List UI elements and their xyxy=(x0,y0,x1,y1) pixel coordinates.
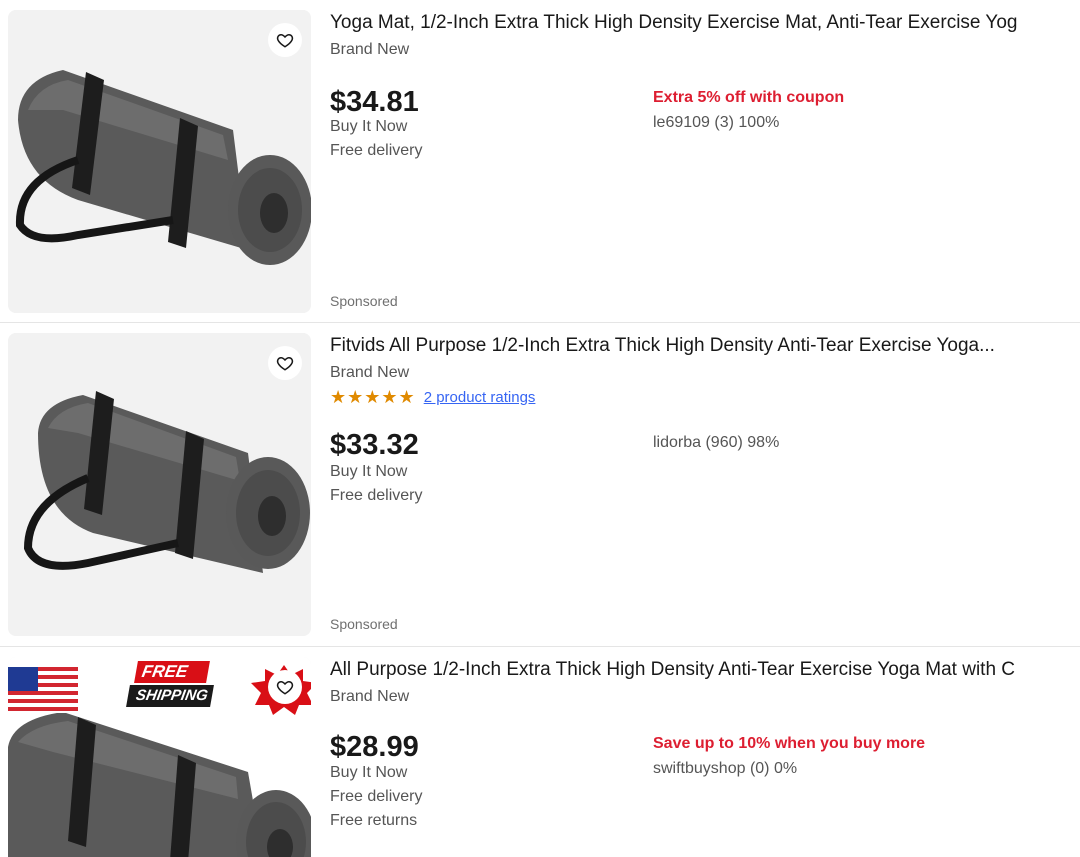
listing-title[interactable]: Fitvids All Purpose 1/2-Inch Extra Thick… xyxy=(330,334,1075,358)
watch-button[interactable] xyxy=(268,346,302,380)
watch-button[interactable] xyxy=(268,23,302,57)
seller-info: swiftbuyshop (0) 0% xyxy=(653,760,798,777)
price: $28.99 xyxy=(330,731,419,763)
delivery-info: Free delivery xyxy=(330,487,423,504)
product-image[interactable]: FREE SHIPPING xyxy=(8,657,311,857)
buy-format: Buy It Now xyxy=(330,118,408,135)
free-badge-line2: SHIPPING xyxy=(126,685,214,707)
condition-label: Brand New xyxy=(330,364,410,381)
watch-button[interactable] xyxy=(268,670,302,704)
seller-info: le69109 (3) 100% xyxy=(653,114,780,131)
promo-text: Extra 5% off with coupon xyxy=(653,89,845,106)
heart-icon xyxy=(276,33,294,48)
condition-label: Brand New xyxy=(330,688,410,705)
listing-item: FREE SHIPPING All Purpose 1/2-Inch Extra… xyxy=(0,647,1080,857)
seller-info: lidorba (960) 98% xyxy=(653,434,780,451)
free-shipping-badge: FREE SHIPPING xyxy=(126,661,218,713)
sponsored-label: Sponsored xyxy=(330,293,398,309)
sponsored-label: Sponsored xyxy=(330,616,398,632)
product-rating: ★★★★★ 2 product ratings xyxy=(330,387,535,407)
us-flag-icon xyxy=(8,667,78,713)
delivery-info: Free delivery xyxy=(330,142,423,159)
delivery-info: Free delivery xyxy=(330,788,423,805)
star-rating: ★★★★★ xyxy=(330,387,416,407)
heart-icon xyxy=(276,680,294,695)
free-badge-line1: FREE xyxy=(134,661,210,683)
condition-label: Brand New xyxy=(330,41,410,58)
listing-item: Yoga Mat, 1/2-Inch Extra Thick High Dens… xyxy=(0,0,1080,323)
promo-text: Save up to 10% when you buy more xyxy=(653,735,926,752)
buy-format: Buy It Now xyxy=(330,463,408,480)
buy-format: Buy It Now xyxy=(330,764,408,781)
price: $33.32 xyxy=(330,429,419,461)
listing-title[interactable]: Yoga Mat, 1/2-Inch Extra Thick High Dens… xyxy=(330,11,1075,35)
yoga-mat-image xyxy=(8,333,311,636)
listing-title[interactable]: All Purpose 1/2-Inch Extra Thick High De… xyxy=(330,658,1075,682)
product-image[interactable] xyxy=(8,10,311,313)
heart-icon xyxy=(276,356,294,371)
product-ratings-link[interactable]: 2 product ratings xyxy=(424,389,536,406)
price: $34.81 xyxy=(330,86,419,118)
returns-info: Free returns xyxy=(330,812,418,829)
yoga-mat-image xyxy=(8,10,311,313)
listing-item: Fitvids All Purpose 1/2-Inch Extra Thick… xyxy=(0,323,1080,647)
product-image[interactable] xyxy=(8,333,311,636)
